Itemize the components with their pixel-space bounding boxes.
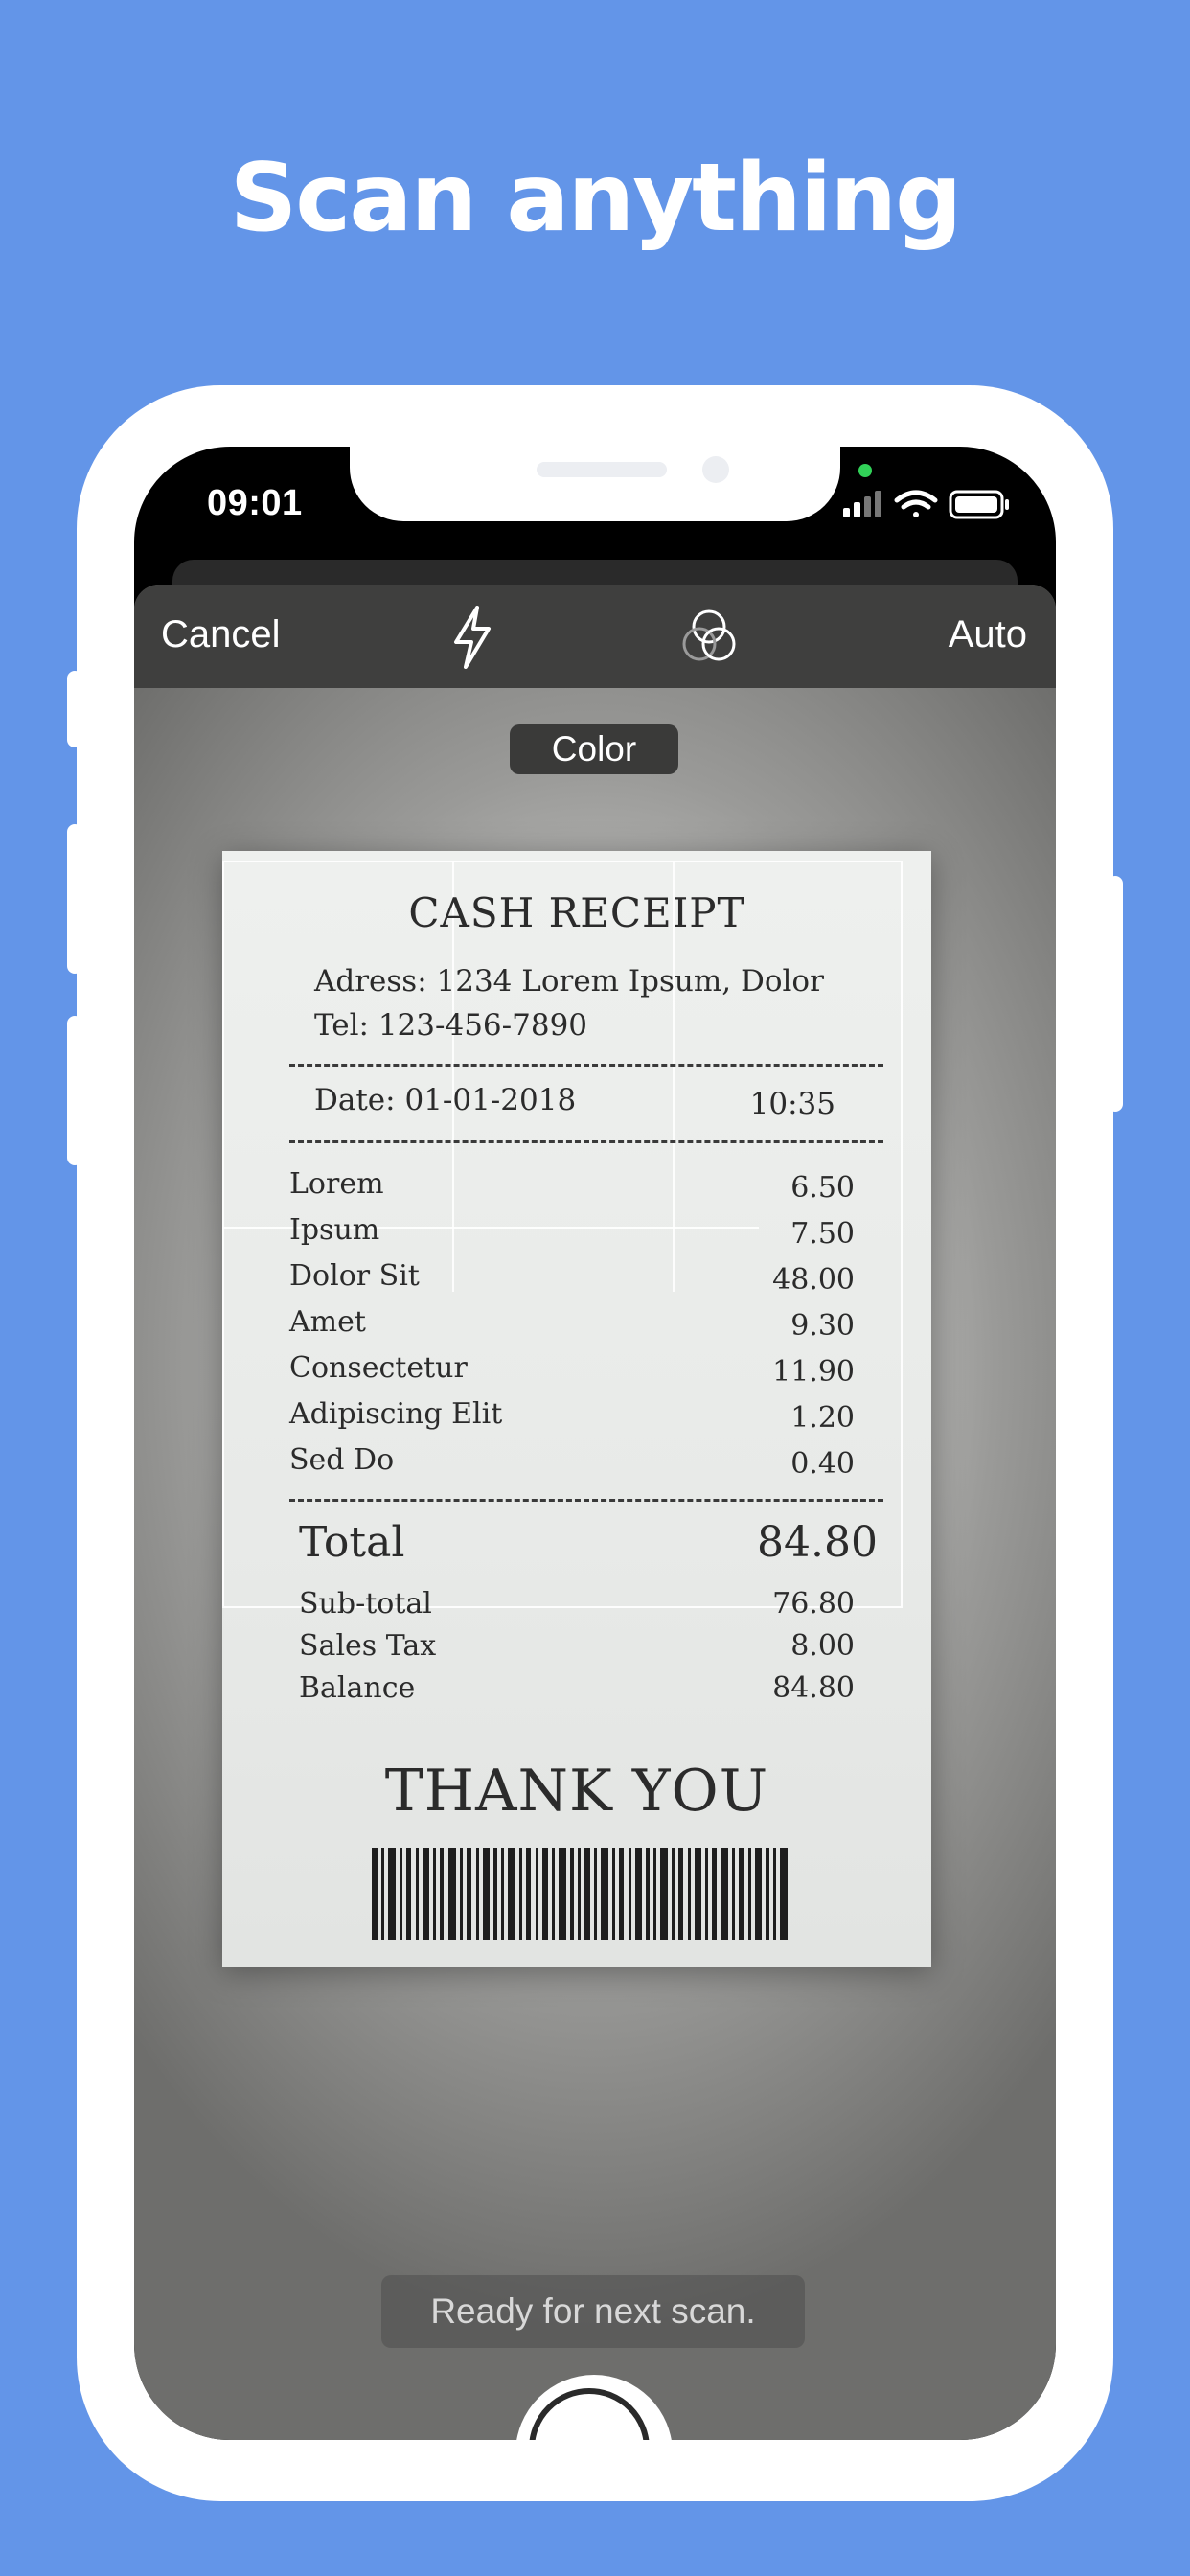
cancel-button[interactable]: Cancel xyxy=(161,613,281,656)
speaker xyxy=(537,462,667,477)
receipt-time: 10:35 xyxy=(749,1087,835,1121)
barcode-icon xyxy=(372,1848,788,1940)
receipt-address: Adress: 1234 Lorem Ipsum, Dolor xyxy=(314,964,824,999)
item-name: Ipsum xyxy=(289,1213,380,1247)
camera-viewfinder: Cancel Auto Color CASH RECEIPT Adress: 1… xyxy=(134,585,1056,2440)
scan-status-message: Ready for next scan. xyxy=(381,2275,805,2348)
item-name: Sed Do xyxy=(289,1443,395,1477)
auto-button[interactable]: Auto xyxy=(949,613,1027,656)
item-price: 6.50 xyxy=(790,1171,855,1205)
summary-name: Sub-total xyxy=(299,1587,432,1621)
phone-frame: 09:01 Cancel Auto Color CASH RECEIPT Adr… xyxy=(77,385,1113,2501)
summary-price: 76.80 xyxy=(772,1587,855,1621)
privacy-indicator xyxy=(858,464,872,477)
front-camera xyxy=(702,456,729,483)
item-name: Lorem xyxy=(289,1167,384,1201)
status-icons xyxy=(843,490,1009,519)
item-price: 11.90 xyxy=(772,1355,855,1389)
filter-icon[interactable] xyxy=(680,606,738,667)
item-price: 7.50 xyxy=(790,1217,855,1251)
summary-price: 84.80 xyxy=(772,1671,855,1705)
item-price: 9.30 xyxy=(790,1309,855,1343)
flash-icon[interactable] xyxy=(450,606,494,669)
item-price: 0.40 xyxy=(790,1447,855,1481)
divider xyxy=(289,1064,883,1067)
signal-icon xyxy=(843,491,881,518)
wifi-icon xyxy=(894,490,938,518)
total-value: 84.80 xyxy=(757,1518,878,1567)
total-label: Total xyxy=(299,1518,405,1567)
scan-toolbar: Cancel Auto xyxy=(134,585,1056,688)
item-name: Amet xyxy=(289,1305,366,1339)
item-price: 1.20 xyxy=(790,1401,855,1435)
item-name: Consectetur xyxy=(289,1351,468,1385)
summary-name: Sales Tax xyxy=(299,1629,437,1663)
item-name: Adipiscing Elit xyxy=(289,1397,503,1431)
summary-name: Balance xyxy=(299,1671,416,1705)
notch xyxy=(350,447,840,521)
receipt-title: CASH RECEIPT xyxy=(408,889,745,936)
thank-you-text: THANK YOU xyxy=(384,1758,769,1825)
status-time: 09:01 xyxy=(207,483,303,523)
item-name: Dolor Sit xyxy=(289,1259,420,1293)
shutter-inner-ring xyxy=(529,2388,650,2440)
shutter-button[interactable] xyxy=(515,2375,673,2440)
divider xyxy=(289,1499,883,1502)
summary-price: 8.00 xyxy=(790,1629,855,1663)
item-price: 48.00 xyxy=(772,1263,855,1297)
divider xyxy=(289,1140,883,1143)
phone-screen: 09:01 Cancel Auto Color CASH RECEIPT Adr… xyxy=(134,447,1056,2440)
receipt-date: Date: 01-01-2018 xyxy=(314,1083,577,1117)
receipt-tel: Tel: 123-456-7890 xyxy=(314,1008,588,1043)
headline: Scan anything xyxy=(229,144,963,253)
receipt-document: CASH RECEIPT Adress: 1234 Lorem Ipsum, D… xyxy=(222,851,931,1966)
color-mode-label[interactable]: Color xyxy=(510,724,678,774)
battery-icon xyxy=(949,490,1009,519)
